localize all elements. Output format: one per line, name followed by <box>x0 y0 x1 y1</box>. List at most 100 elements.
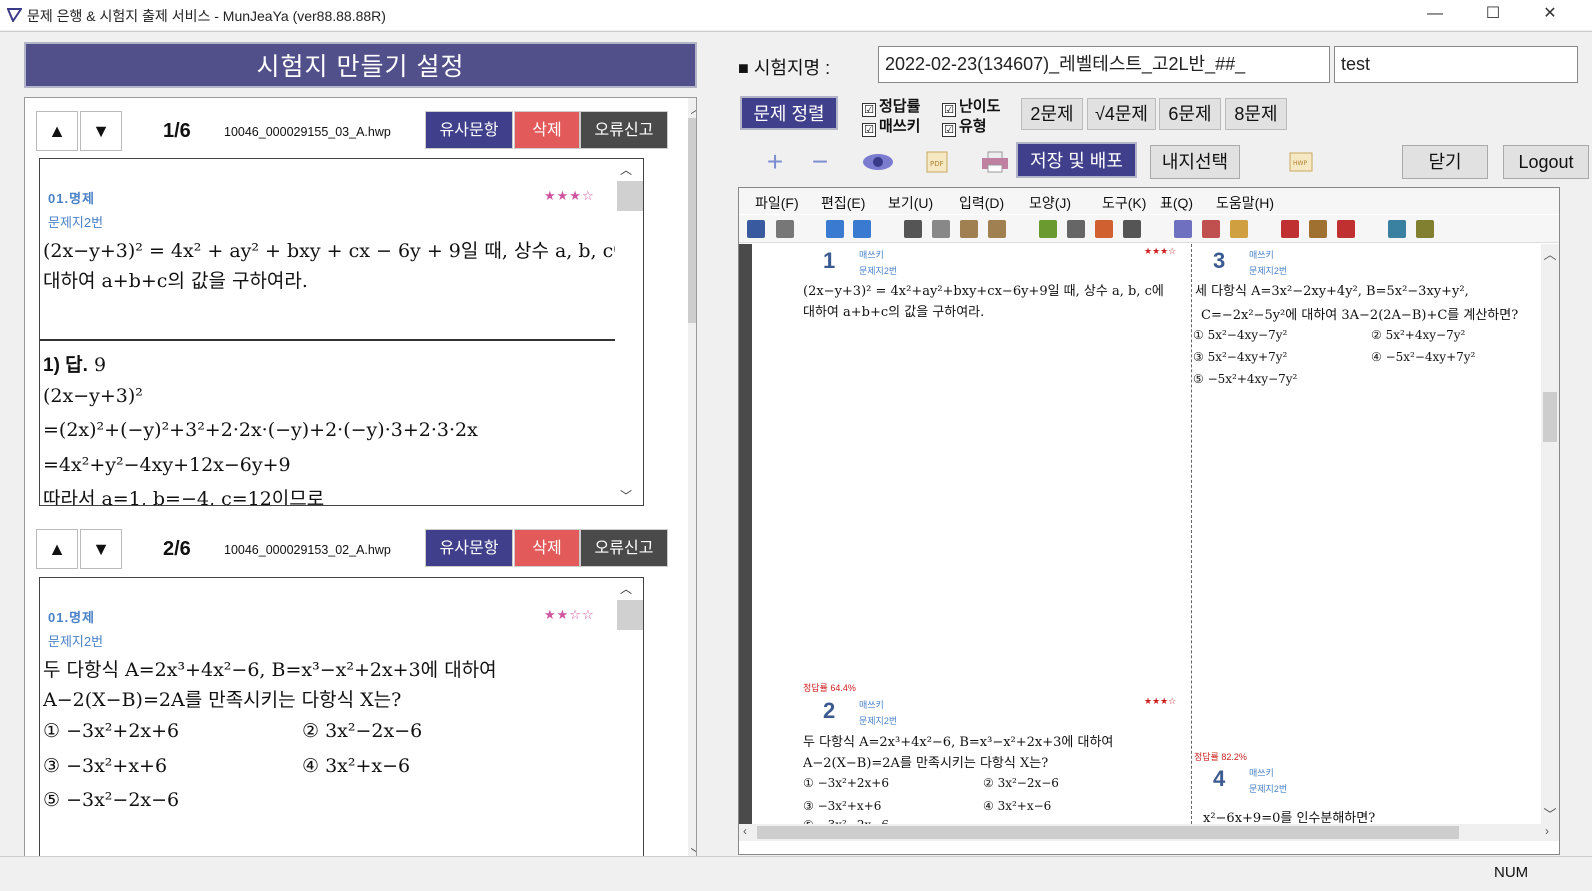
find-icon[interactable] <box>1202 220 1220 238</box>
scroll-down-icon[interactable]: ﹀ <box>620 487 632 504</box>
question-filename: 10046_000029153_02_A.hwp <box>224 543 391 557</box>
close-button[interactable]: 닫기 <box>1402 145 1488 179</box>
answer-label: 1) 답. <box>43 355 88 376</box>
question-preview-1: 01.명제 문제지2번 ★★★☆ (2x−y+3)² = 4x² + ay² +… <box>39 158 644 506</box>
printer-icon[interactable] <box>776 220 794 238</box>
menu-help[interactable]: 도움말(H) <box>1216 193 1274 213</box>
choice-item: ④ 3x²+x−6 <box>983 799 1052 813</box>
minimize-button[interactable]: — <box>1425 4 1445 24</box>
print-icon[interactable] <box>980 150 1010 174</box>
checkbox-label: 정답률 <box>879 98 921 115</box>
page-icon[interactable] <box>747 220 765 238</box>
close-window-button[interactable]: ✕ <box>1540 4 1560 24</box>
checkbox-accuracy[interactable]: ☑ 정답률 <box>862 95 920 117</box>
hwp-file-icon[interactable]: HWP <box>1287 151 1315 173</box>
check-icon[interactable]: ☑ <box>862 123 876 137</box>
document-scrollbar[interactable]: ︿ ﹀ <box>1541 244 1559 824</box>
menu-insert[interactable]: 입력(D) <box>959 193 1004 213</box>
horizontal-scrollbar[interactable]: ‹ › <box>739 824 1559 841</box>
menu-format[interactable]: 모양(J) <box>1029 193 1071 213</box>
layout-8-button[interactable]: 8문제 <box>1225 98 1287 130</box>
preview-scrollbar[interactable]: ︿ ﹀ <box>615 159 643 505</box>
scroll-thumb[interactable] <box>757 826 1459 839</box>
choice-item: ⑤ −5x²+4xy−7y² <box>1193 372 1298 386</box>
redo-icon[interactable] <box>853 220 871 238</box>
scroll-down-icon[interactable]: ﹀ <box>1541 806 1559 824</box>
zoom-out-icon[interactable]: − <box>805 148 835 176</box>
scroll-left-icon[interactable]: ‹ <box>743 824 747 838</box>
move-up-button[interactable]: ▲ <box>36 529 78 569</box>
move-down-button[interactable]: ▼ <box>80 111 122 151</box>
checkbox-label: 매쓰키 <box>879 118 921 135</box>
grid-icon[interactable] <box>1416 220 1434 238</box>
book-icon[interactable] <box>1309 220 1327 238</box>
paste-icon[interactable] <box>960 220 978 238</box>
picture-icon[interactable] <box>1388 220 1406 238</box>
checkbox-type[interactable]: ☑ 유형 <box>942 115 987 137</box>
save-and-distribute-button[interactable]: 저장 및 배포 <box>1016 142 1137 178</box>
choice-item: ③ −3x²+x+6 <box>43 755 168 777</box>
menu-tools[interactable]: 도구(K) <box>1102 193 1146 213</box>
checkbox-mathkey[interactable]: ☑ 매쓰키 <box>862 115 920 137</box>
layout-6-button[interactable]: 6문제 <box>1159 98 1221 130</box>
solution-line: =(2x)²+(−y)²+3²+2·2x·(−y)+2·(−y)·3+2·3·2… <box>43 419 478 441</box>
difficulty-stars: ★★★☆ <box>1144 696 1177 706</box>
presentation-icon[interactable] <box>1337 220 1355 238</box>
layout-2-button[interactable]: 2문제 <box>1021 98 1083 130</box>
scroll-up-icon[interactable]: ︿ <box>620 161 632 178</box>
preview-eye-icon[interactable] <box>862 151 894 173</box>
scroll-right-icon[interactable]: › <box>1545 824 1549 838</box>
menu-file[interactable]: 파일(F) <box>755 193 799 213</box>
sort-questions-button[interactable]: 문제 정렬 <box>740 96 838 130</box>
report-error-button[interactable]: 오류신고 <box>580 529 668 567</box>
style-icon[interactable] <box>1039 220 1057 238</box>
preview-scrollbar[interactable]: ︿ <box>615 578 643 867</box>
scroll-up-icon[interactable]: ︿ <box>1541 246 1559 264</box>
similar-question-button[interactable]: 유사문항 <box>425 111 513 149</box>
difficulty-stars: ★★☆☆ <box>544 607 595 622</box>
layout-4-button[interactable]: √4문제 <box>1087 98 1156 130</box>
menu-view[interactable]: 보기(U) <box>888 193 933 213</box>
table-insert-icon[interactable] <box>1230 220 1248 238</box>
scroll-thumb[interactable] <box>1543 392 1557 442</box>
zoom-in-icon[interactable]: + <box>760 148 790 176</box>
exam-name-input[interactable]: 2022-02-23(134607)_레벨테스트_고2L반_##_ <box>878 46 1330 83</box>
undo-icon[interactable] <box>826 220 844 238</box>
similar-question-button[interactable]: 유사문항 <box>425 529 513 567</box>
scroll-up-icon[interactable]: ︿ <box>688 100 696 118</box>
delete-button[interactable]: 삭제 <box>514 111 580 149</box>
exam-extra-input[interactable]: test <box>1334 46 1578 83</box>
align-icon[interactable] <box>1067 220 1085 238</box>
menu-edit[interactable]: 편집(E) <box>821 193 865 213</box>
scroll-thumb[interactable] <box>617 600 643 630</box>
question-counter: 1/6 <box>163 120 191 142</box>
char-icon[interactable] <box>1281 220 1299 238</box>
menu-table[interactable]: 표(Q) <box>1160 193 1193 213</box>
move-down-button[interactable]: ▼ <box>80 529 122 569</box>
scroll-thumb[interactable] <box>688 118 696 323</box>
question-counter: 2/6 <box>163 538 191 560</box>
logout-button[interactable]: Logout <box>1503 145 1589 179</box>
pane-scrollbar[interactable]: ︿ ﹀ <box>688 98 696 867</box>
copy-icon[interactable] <box>932 220 950 238</box>
list-icon[interactable] <box>1123 220 1141 238</box>
mathkey-tag: 매쓰키 <box>1249 768 1274 778</box>
pdf-icon[interactable]: PDF <box>924 150 950 174</box>
source-tag: 문제지2번 <box>859 716 898 726</box>
select-cover-button[interactable]: 내지선택 <box>1150 145 1240 179</box>
question-text-line: C=−2x²−5y²에 대하여 3A−2(2A−B)+C를 계산하면? <box>1201 308 1519 323</box>
spellcheck-icon[interactable] <box>1174 220 1192 238</box>
cut-icon[interactable] <box>904 220 922 238</box>
maximize-button[interactable]: ☐ <box>1483 4 1503 24</box>
format-painter-icon[interactable] <box>988 220 1006 238</box>
scroll-thumb[interactable] <box>617 181 643 211</box>
report-error-button[interactable]: 오류신고 <box>580 111 668 149</box>
check-icon[interactable]: ☑ <box>942 123 956 137</box>
text-effect-icon[interactable] <box>1095 220 1113 238</box>
settings-header: 시험지 만들기 설정 <box>24 42 697 88</box>
delete-button[interactable]: 삭제 <box>514 529 580 567</box>
checkbox-difficulty[interactable]: ☑ 난이도 <box>942 95 1000 117</box>
move-up-button[interactable]: ▲ <box>36 111 78 151</box>
scroll-up-icon[interactable]: ︿ <box>620 580 632 597</box>
title-bar: 문제 은행 & 시험지 출제 서비스 - MunJeaYa (ver88.88.… <box>0 0 1592 30</box>
